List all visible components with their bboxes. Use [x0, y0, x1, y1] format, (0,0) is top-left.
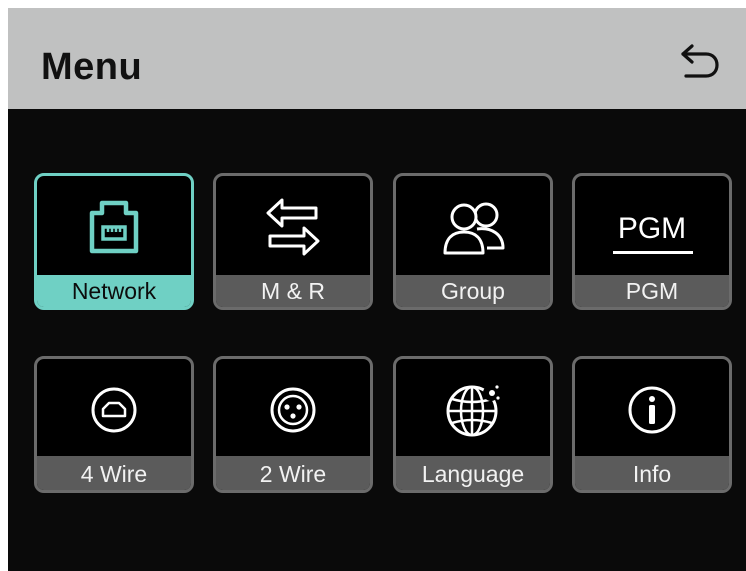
menu-item-label: 4 Wire: [37, 456, 191, 490]
back-arrow-icon: [681, 44, 719, 78]
pgm-icon-text: PGM: [617, 212, 687, 245]
menu-item-label: PGM: [575, 275, 729, 307]
group-users-icon: [396, 176, 550, 278]
menu-item-group[interactable]: Group: [393, 173, 553, 310]
globe-icon: [396, 359, 550, 461]
menu-item-label: Group: [396, 275, 550, 307]
pgm-underline: [613, 251, 693, 254]
menu-screen: Menu Network M & R Group PGM PGM 4 Wire …: [8, 8, 746, 571]
swap-arrows-icon: [216, 176, 370, 278]
menu-item-m-and-r[interactable]: M & R: [213, 173, 373, 310]
menu-item-pgm[interactable]: PGM PGM: [572, 173, 732, 310]
page-title: Menu: [41, 46, 143, 88]
menu-item-label: 2 Wire: [216, 456, 370, 490]
menu-item-label: Info: [575, 456, 729, 490]
menu-item-language[interactable]: Language: [393, 356, 553, 493]
pgm-text-icon: PGM: [575, 176, 729, 278]
menu-item-label: M & R: [216, 275, 370, 307]
menu-item-label: Network: [37, 275, 191, 307]
header-bar: Menu: [8, 8, 746, 109]
menu-item-network[interactable]: Network: [34, 173, 194, 310]
menu-item-2-wire[interactable]: 2 Wire: [213, 356, 373, 493]
menu-item-label: Language: [396, 456, 550, 490]
menu-item-4-wire[interactable]: 4 Wire: [34, 356, 194, 493]
info-icon: [575, 359, 729, 461]
ethernet-port-icon: [37, 176, 191, 278]
menu-item-info[interactable]: Info: [572, 356, 732, 493]
rj-connector-icon: [37, 359, 191, 461]
xlr-connector-icon: [216, 359, 370, 461]
back-button[interactable]: [676, 38, 724, 86]
